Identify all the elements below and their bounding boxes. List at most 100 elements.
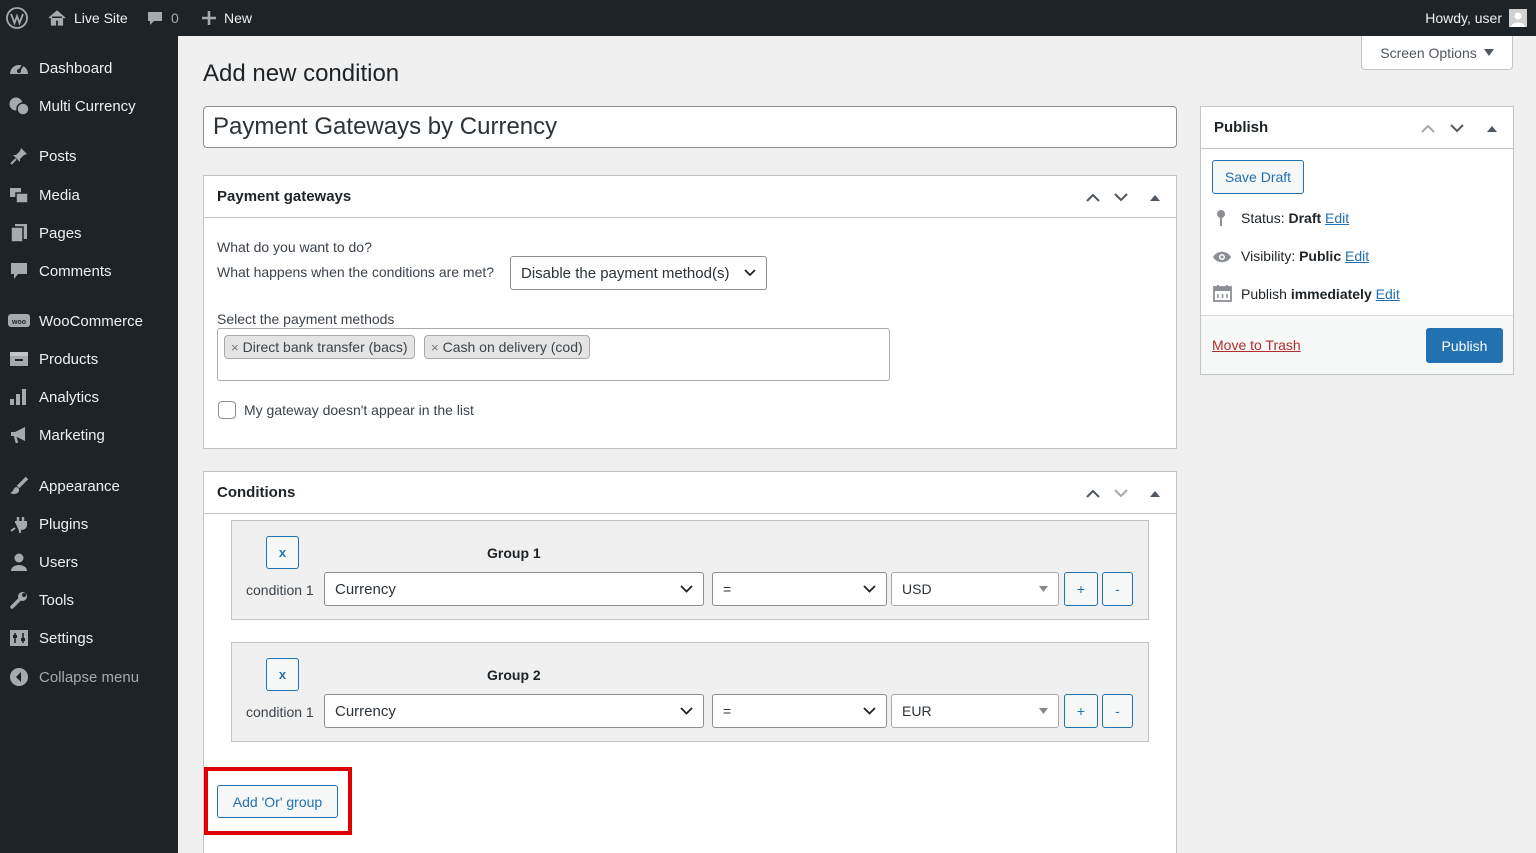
add-condition-label: + <box>1076 581 1086 597</box>
action-select[interactable]: Disable the payment method(s) <box>510 256 767 290</box>
live-site-link[interactable]: Live Site <box>47 0 128 36</box>
move-up-icon[interactable] <box>1415 115 1441 141</box>
sidebar-item-settings[interactable]: Settings <box>0 620 178 656</box>
visibility-row: Visibility: Public Edit <box>1241 248 1369 264</box>
collapse-menu-button[interactable]: Collapse menu <box>0 659 178 695</box>
chevron-down-icon <box>863 707 876 715</box>
comments-count: 0 <box>171 10 179 26</box>
publish-button[interactable]: Publish <box>1426 328 1503 363</box>
field-select-value: Currency <box>335 702 396 720</box>
save-draft-button[interactable]: Save Draft <box>1212 160 1304 194</box>
caret-down-icon <box>1039 708 1048 714</box>
home-icon <box>47 9 67 27</box>
sidebar-item-media[interactable]: Media <box>0 177 178 213</box>
condition-field-select[interactable]: Currency <box>324 694 704 728</box>
condition-operator-select[interactable]: = <box>712 572 887 606</box>
sidebar-item-tools[interactable]: Tools <box>0 582 178 618</box>
sidebar-item-pages[interactable]: Pages <box>0 215 178 251</box>
condition-value-select[interactable]: EUR <box>891 694 1059 728</box>
condition-group: x Group 1 condition 1 Currency = USD + - <box>231 520 1149 620</box>
add-condition-button[interactable]: + <box>1064 694 1098 728</box>
sidebar-item-plugins[interactable]: Plugins <box>0 506 178 542</box>
wordpress-logo-icon[interactable] <box>6 0 28 36</box>
sidebar-item-label: Settings <box>39 629 94 647</box>
edit-visibility-link[interactable]: Edit <box>1345 248 1369 264</box>
edit-status-link[interactable]: Edit <box>1325 210 1349 226</box>
chevron-down-icon <box>863 585 876 593</box>
condition-field-select[interactable]: Currency <box>324 572 704 606</box>
account-menu[interactable]: Howdy, user <box>1425 0 1527 36</box>
checkbox-label: My gateway doesn't appear in the list <box>244 402 474 418</box>
schedule-value: immediately <box>1290 286 1372 302</box>
remove-group-button[interactable]: x <box>266 536 299 569</box>
add-condition-label: + <box>1076 703 1086 719</box>
group-title: Group 1 <box>487 545 541 561</box>
remove-condition-button[interactable]: - <box>1102 694 1133 728</box>
edit-schedule-link[interactable]: Edit <box>1376 286 1400 302</box>
sidebar-item-marketing[interactable]: Marketing <box>0 417 178 453</box>
move-down-icon[interactable] <box>1108 184 1134 210</box>
publish-button-label: Publish <box>1441 337 1488 354</box>
remove-group-label: x <box>278 667 287 682</box>
toggle-panel-icon[interactable] <box>1479 115 1505 141</box>
condition-operator-select[interactable]: = <box>712 694 887 728</box>
payment-gateways-box: Payment gateways What do you want to do?… <box>203 175 1177 449</box>
chip-remove-button[interactable]: × <box>231 340 239 355</box>
analytics-icon <box>8 387 30 407</box>
sidebar-item-dashboard[interactable]: Dashboard <box>0 50 178 86</box>
remove-condition-button[interactable]: - <box>1102 572 1133 606</box>
condition-value-select[interactable]: USD <box>891 572 1059 606</box>
move-up-icon[interactable] <box>1080 184 1106 210</box>
comments-link[interactable]: 0 <box>146 0 179 36</box>
sidebar-item-woocommerce[interactable]: woo WooCommerce <box>0 303 178 339</box>
post-title-input[interactable]: Payment Gateways by Currency <box>203 106 1177 148</box>
schedule-row: Publish immediately Edit <box>1241 286 1400 302</box>
sidebar-item-products[interactable]: Products <box>0 341 178 377</box>
chevron-down-icon <box>744 269 756 277</box>
move-down-icon[interactable] <box>1444 115 1470 141</box>
postbox-title: Payment gateways <box>217 188 352 205</box>
new-label: New <box>224 10 253 26</box>
visibility-value: Public <box>1299 248 1342 264</box>
toggle-panel-icon[interactable] <box>1142 184 1168 210</box>
screen-options-label: Screen Options <box>1380 44 1477 61</box>
plus-icon <box>201 10 217 26</box>
media-icon <box>8 185 30 205</box>
products-icon <box>8 349 30 369</box>
eye-icon <box>1212 250 1232 264</box>
condition-label: condition 1 <box>246 582 314 598</box>
screen-options-button[interactable]: Screen Options <box>1361 36 1513 70</box>
add-condition-button[interactable]: + <box>1064 572 1098 606</box>
plug-icon <box>8 514 30 534</box>
sidebar-item-appearance[interactable]: Appearance <box>0 468 178 504</box>
sidebar-item-label: Products <box>39 350 99 368</box>
sidebar-item-posts[interactable]: Posts <box>0 138 178 174</box>
sidebar-item-multi-currency[interactable]: Multi Currency <box>0 88 178 124</box>
chip-remove-button[interactable]: × <box>431 340 439 355</box>
pin-icon <box>1214 209 1228 227</box>
move-down-icon[interactable] <box>1108 480 1134 506</box>
remove-group-button[interactable]: x <box>266 658 299 691</box>
save-draft-label: Save Draft <box>1224 169 1292 185</box>
sidebar-item-label: Collapse menu <box>39 668 140 686</box>
collapse-icon <box>8 667 30 687</box>
sidebar-item-label: Users <box>39 553 79 571</box>
sidebar-item-analytics[interactable]: Analytics <box>0 379 178 415</box>
new-content-link[interactable]: New <box>201 0 252 36</box>
settings-icon <box>8 628 30 648</box>
sidebar-item-comments[interactable]: Comments <box>0 253 178 289</box>
move-to-trash-link[interactable]: Move to Trash <box>1212 337 1301 353</box>
condition-label: condition 1 <box>246 704 314 720</box>
gateway-checkbox[interactable] <box>218 401 236 419</box>
admin-sidebar: Dashboard Multi Currency Posts Media Pag… <box>0 36 178 853</box>
postbox-header: Payment gateways <box>204 176 1176 218</box>
action-select-value: Disable the payment method(s) <box>521 264 730 282</box>
chip-label: Direct bank transfer (bacs) <box>242 339 408 355</box>
payment-methods-multiselect[interactable]: × Direct bank transfer (bacs) × Cash on … <box>217 328 890 381</box>
move-up-icon[interactable] <box>1080 480 1106 506</box>
highlight-box <box>204 767 352 835</box>
sidebar-item-users[interactable]: Users <box>0 544 178 580</box>
methods-label: Select the payment methods <box>217 311 395 327</box>
toggle-panel-icon[interactable] <box>1142 480 1168 506</box>
sidebar-item-label: Posts <box>39 147 77 165</box>
